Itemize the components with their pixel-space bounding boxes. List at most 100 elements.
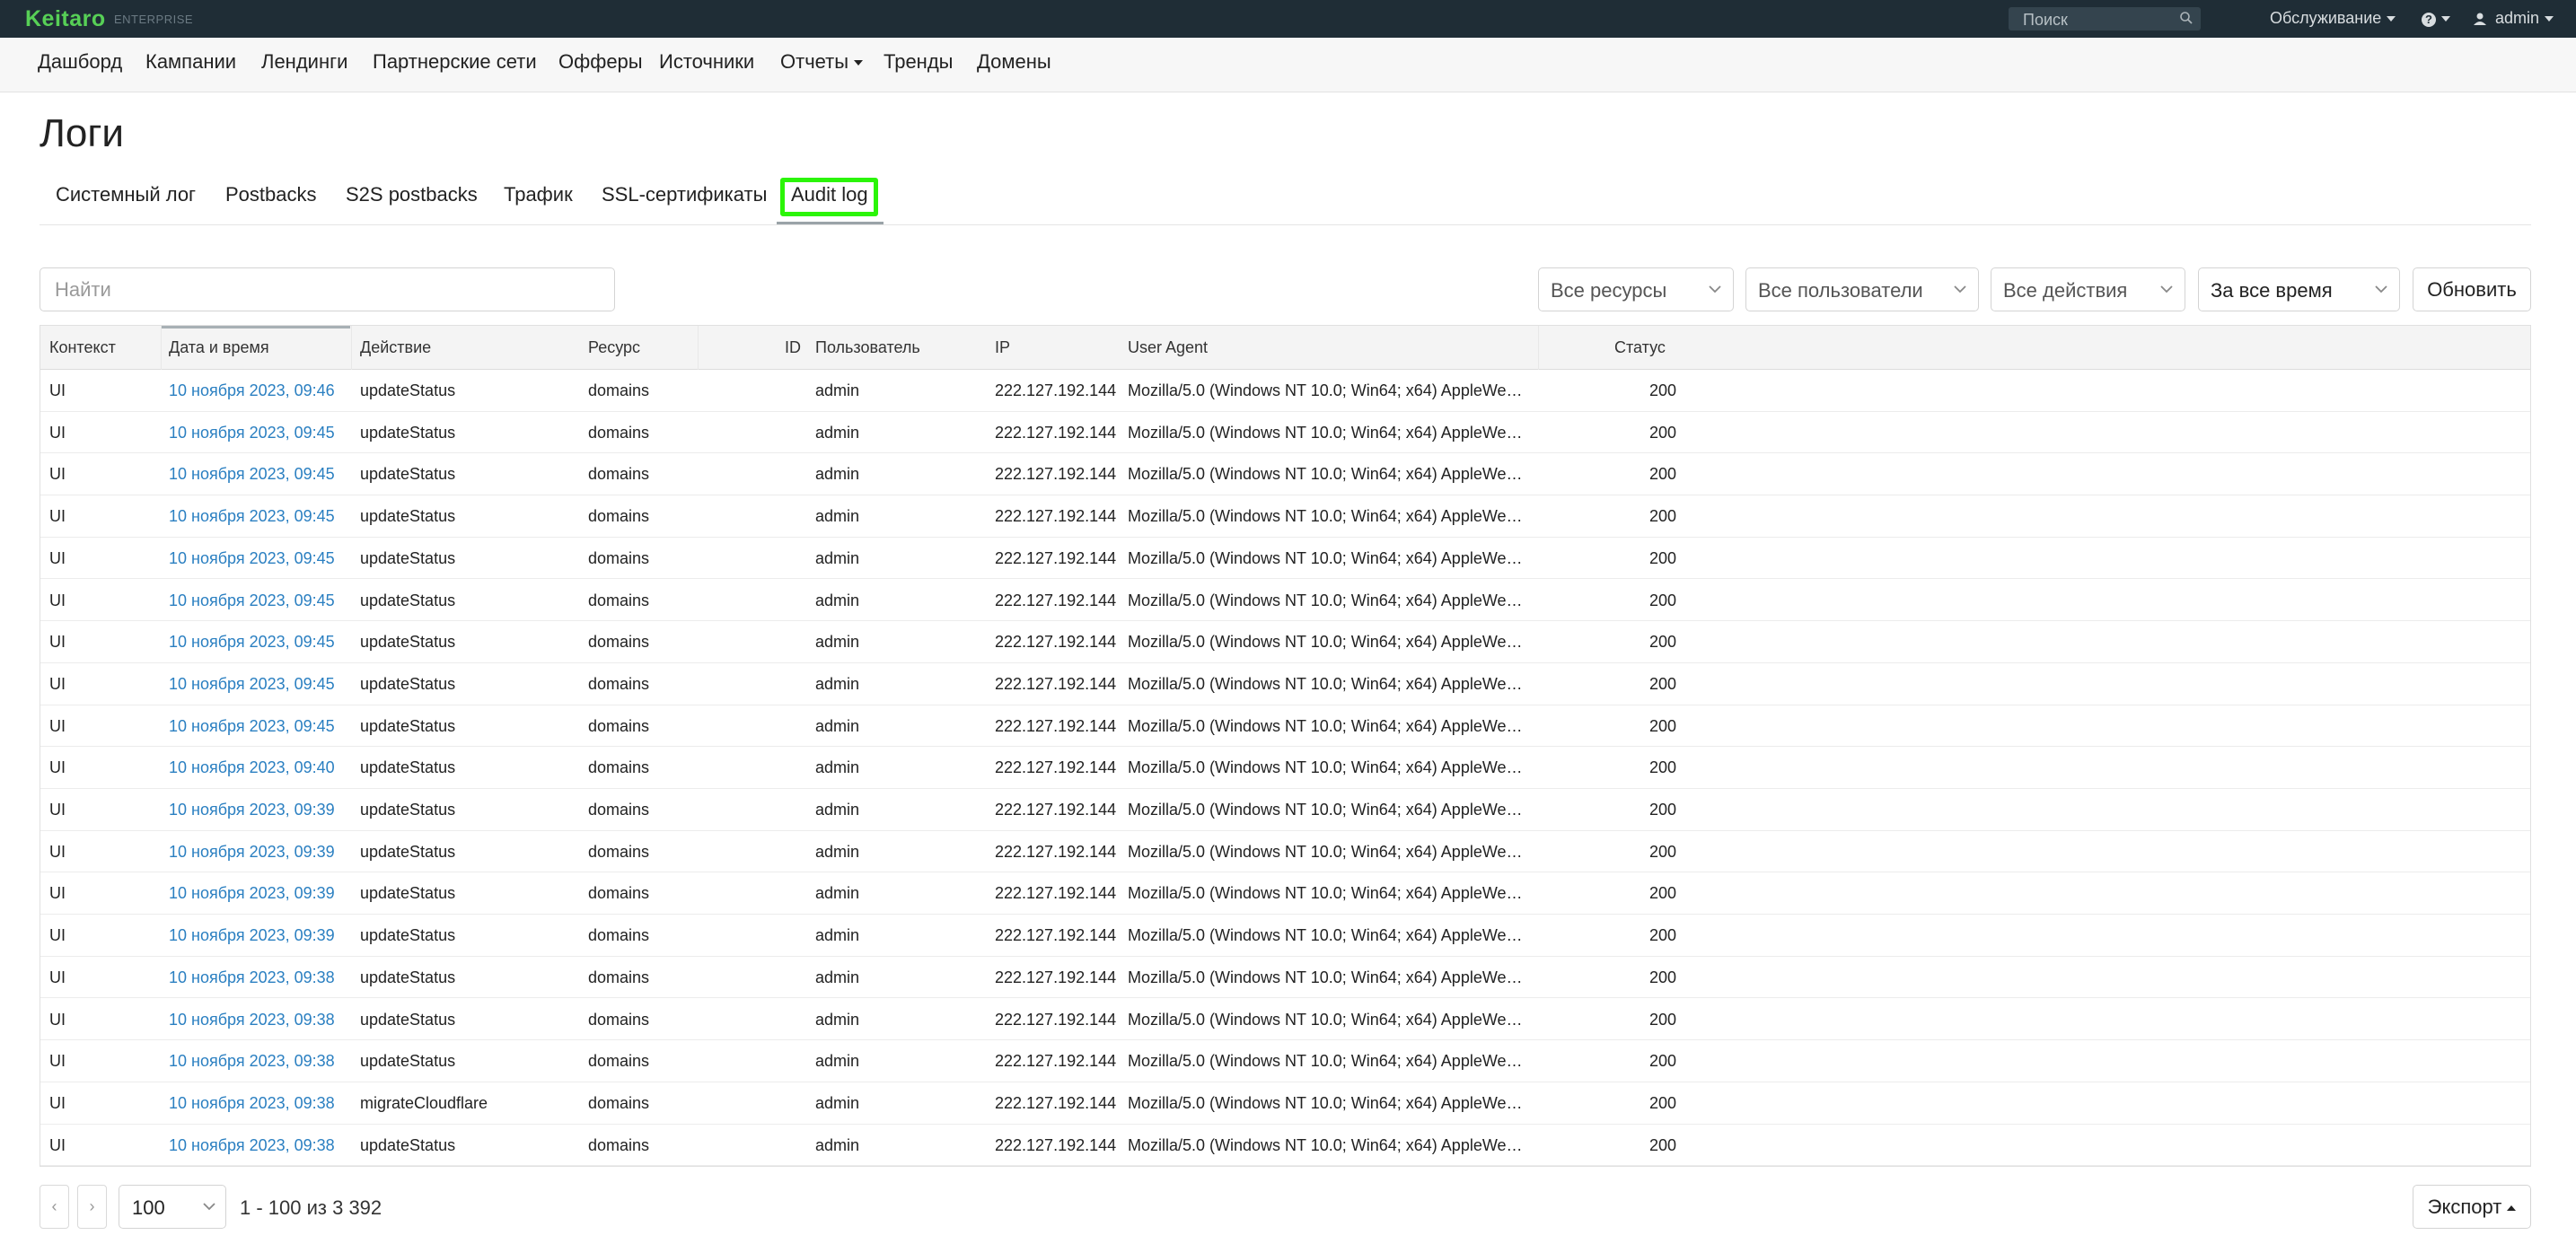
column-header-datetime[interactable]: Дата и время xyxy=(169,338,269,357)
cell-datetime[interactable]: 10 ноября 2023, 09:39 xyxy=(169,884,335,903)
cell-resource: domains xyxy=(588,548,650,567)
cell-user-agent: Mozilla/5.0 (Windows NT 10.0; Win64; x64… xyxy=(1128,381,1530,399)
tab-ssl-certificates[interactable]: SSL-сертификаты xyxy=(602,183,767,206)
table-row[interactable]: UI 10 ноября 2023, 09:38 updateStatus domai… xyxy=(40,957,2530,999)
cell-status: 200 xyxy=(1648,884,1676,903)
table-row[interactable]: UI 10 ноября 2023, 09:38 updateStatus domai… xyxy=(40,999,2530,1041)
column-header-resource[interactable]: Ресурс xyxy=(588,338,640,357)
search-field[interactable] xyxy=(40,267,615,311)
nav-sources[interactable]: Источники xyxy=(659,50,754,74)
cell-ip: 222.127.192.144 xyxy=(995,1010,1117,1029)
cell-datetime[interactable]: 10 ноября 2023, 09:45 xyxy=(169,465,335,484)
table-row[interactable]: UI 10 ноября 2023, 09:39 updateStatus domai… xyxy=(40,831,2530,873)
column-header-user-agent[interactable]: User Agent xyxy=(1128,338,1208,357)
column-header-action[interactable]: Действие xyxy=(360,338,431,357)
nav-landings[interactable]: Лендинги xyxy=(261,50,347,74)
cell-user-agent: Mozilla/5.0 (Windows NT 10.0; Win64; x64… xyxy=(1128,758,1530,777)
chevron-down-icon xyxy=(2375,285,2387,293)
cell-datetime[interactable]: 10 ноября 2023, 09:39 xyxy=(169,926,335,945)
table-row[interactable]: UI 10 ноября 2023, 09:45 updateStatus domai… xyxy=(40,580,2530,622)
column-header-context[interactable]: Контекст xyxy=(49,338,116,357)
table-row[interactable]: UI 10 ноября 2023, 09:38 updateStatus domai… xyxy=(40,1125,2530,1167)
cell-resource: domains xyxy=(588,507,650,526)
column-header-user[interactable]: Пользователь xyxy=(815,338,920,357)
cell-datetime[interactable]: 10 ноября 2023, 09:38 xyxy=(169,968,335,987)
table-row[interactable]: UI 10 ноября 2023, 09:40 updateStatus domai… xyxy=(40,747,2530,789)
table-row[interactable]: UI 10 ноября 2023, 09:45 updateStatus domai… xyxy=(40,538,2530,580)
main-nav: Дашборд Кампании Лендинги Партнерские се… xyxy=(0,38,2576,92)
cell-datetime[interactable]: 10 ноября 2023, 09:38 xyxy=(169,1136,335,1155)
cell-datetime[interactable]: 10 ноября 2023, 09:39 xyxy=(169,801,335,819)
cell-datetime[interactable]: 10 ноября 2023, 09:38 xyxy=(169,1094,335,1113)
next-page-button[interactable]: › xyxy=(77,1185,107,1229)
cell-resource: domains xyxy=(588,842,650,861)
period-select[interactable]: За все время xyxy=(2198,267,2400,311)
prev-page-button[interactable]: ‹ xyxy=(40,1185,69,1229)
nav-reports[interactable]: Отчеты xyxy=(780,50,864,74)
search-icon[interactable] xyxy=(2179,11,2194,25)
nav-domains[interactable]: Домены xyxy=(977,50,1051,74)
cell-status: 200 xyxy=(1648,423,1676,442)
column-header-status[interactable]: Статус xyxy=(1614,338,1666,357)
tab-system-log[interactable]: Системный лог xyxy=(56,183,196,206)
cell-user: admin xyxy=(815,842,860,861)
table-row[interactable]: UI 10 ноября 2023, 09:45 updateStatus domai… xyxy=(40,621,2530,663)
cell-datetime[interactable]: 10 ноября 2023, 09:45 xyxy=(169,717,335,736)
cell-datetime[interactable]: 10 ноября 2023, 09:38 xyxy=(169,1052,335,1071)
table-row[interactable]: UI 10 ноября 2023, 09:45 updateStatus domai… xyxy=(40,705,2530,748)
cell-datetime[interactable]: 10 ноября 2023, 09:45 xyxy=(169,424,335,442)
top-search-field[interactable]: Поиск xyxy=(2009,7,2201,31)
table-row[interactable]: UI 10 ноября 2023, 09:45 updateStatus domai… xyxy=(40,663,2530,705)
cell-datetime[interactable]: 10 ноября 2023, 09:45 xyxy=(169,549,335,568)
resources-select[interactable]: Все ресурсы xyxy=(1538,267,1734,311)
tab-traffic[interactable]: Трафик xyxy=(504,183,573,206)
nav-trends[interactable]: Тренды xyxy=(884,50,953,74)
table-row[interactable]: UI 10 ноября 2023, 09:38 migrateCloudflare… xyxy=(40,1082,2530,1125)
cell-ip: 222.127.192.144 xyxy=(995,633,1117,652)
cell-datetime[interactable]: 10 ноября 2023, 09:46 xyxy=(169,381,335,400)
chevron-down-icon xyxy=(2387,16,2396,22)
column-header-id[interactable]: ID xyxy=(785,338,801,357)
refresh-button[interactable]: Обновить xyxy=(2413,267,2531,311)
logo-edition: ENTERPRISE xyxy=(114,13,194,26)
service-menu[interactable]: Обслуживание xyxy=(2270,9,2396,28)
cell-datetime[interactable]: 10 ноября 2023, 09:45 xyxy=(169,591,335,610)
users-select[interactable]: Все пользователи xyxy=(1745,267,1979,311)
table-row[interactable]: UI 10 ноября 2023, 09:38 updateStatus domai… xyxy=(40,1040,2530,1082)
table-row[interactable]: UI 10 ноября 2023, 09:45 updateStatus domai… xyxy=(40,453,2530,496)
cell-datetime[interactable]: 10 ноября 2023, 09:39 xyxy=(169,843,335,862)
user-menu[interactable]: admin xyxy=(2474,9,2554,28)
column-separator xyxy=(698,326,699,370)
help-menu[interactable]: ? xyxy=(2422,9,2450,28)
cell-datetime[interactable]: 10 ноября 2023, 09:45 xyxy=(169,633,335,652)
table-row[interactable]: UI 10 ноября 2023, 09:45 updateStatus domai… xyxy=(40,412,2530,454)
cell-resource: domains xyxy=(588,758,650,777)
nav-dashboard[interactable]: Дашборд xyxy=(38,50,122,74)
cell-datetime[interactable]: 10 ноября 2023, 09:38 xyxy=(169,1011,335,1029)
nav-affiliate-networks[interactable]: Партнерские сети xyxy=(373,50,537,74)
column-header-ip[interactable]: IP xyxy=(995,338,1010,357)
cell-datetime[interactable]: 10 ноября 2023, 09:45 xyxy=(169,675,335,694)
export-button[interactable]: Экспорт xyxy=(2413,1185,2531,1229)
table-row[interactable]: UI 10 ноября 2023, 09:39 updateStatus domai… xyxy=(40,872,2530,915)
tab-audit-log[interactable]: Audit log xyxy=(791,183,868,206)
search-input[interactable] xyxy=(40,268,614,311)
logo[interactable]: Keitaro xyxy=(25,6,106,32)
cell-context: UI xyxy=(49,548,66,567)
nav-offers[interactable]: Офферы xyxy=(558,50,643,74)
cell-action: updateStatus xyxy=(360,1052,456,1071)
table-row[interactable]: UI 10 ноября 2023, 09:39 updateStatus domai… xyxy=(40,789,2530,831)
cell-action: updateStatus xyxy=(360,674,456,693)
cell-datetime[interactable]: 10 ноября 2023, 09:40 xyxy=(169,758,335,777)
cell-user: admin xyxy=(815,801,860,819)
tab-s2s-postbacks[interactable]: S2S postbacks xyxy=(346,183,478,206)
nav-campaigns[interactable]: Кампании xyxy=(145,50,236,74)
page-size-select[interactable]: 100 xyxy=(119,1185,226,1229)
cell-status: 200 xyxy=(1648,801,1676,819)
table-row[interactable]: UI 10 ноября 2023, 09:45 updateStatus domai… xyxy=(40,495,2530,538)
tab-postbacks[interactable]: Postbacks xyxy=(225,183,317,206)
actions-select[interactable]: Все действия xyxy=(1991,267,2185,311)
cell-datetime[interactable]: 10 ноября 2023, 09:45 xyxy=(169,507,335,526)
table-row[interactable]: UI 10 ноября 2023, 09:39 updateStatus domai… xyxy=(40,915,2530,957)
table-row[interactable]: UI 10 ноября 2023, 09:46 updateStatus domai… xyxy=(40,370,2530,412)
